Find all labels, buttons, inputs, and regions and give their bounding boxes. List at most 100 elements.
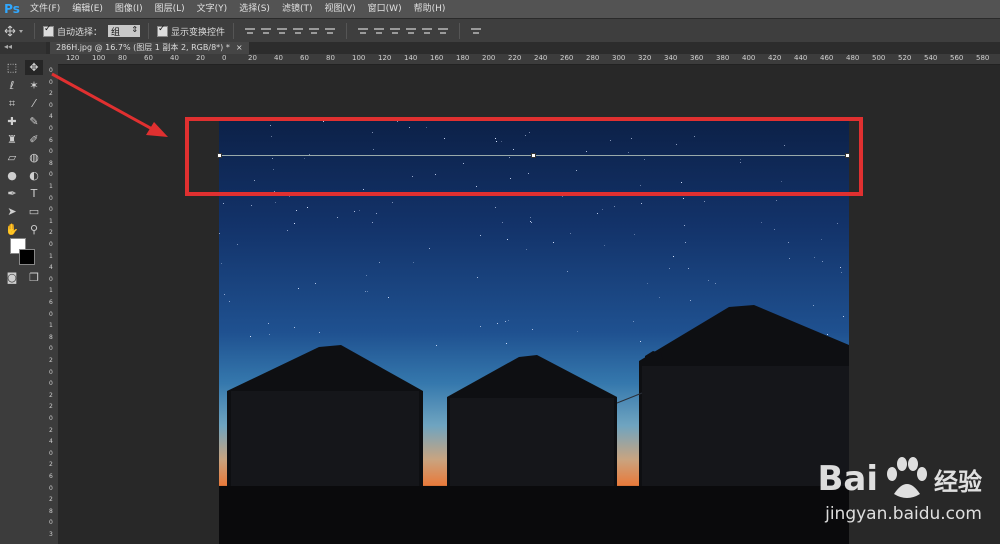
ruler-tick-label: 8 <box>49 159 53 167</box>
ruler-tick-label: 0 <box>49 484 53 492</box>
show-transform-label: 显示变换控件 <box>171 27 226 38</box>
ruler-tick-label: 0 <box>49 380 53 388</box>
type-tool-icon[interactable]: T <box>25 186 43 201</box>
ruler-tick-label: 80 <box>118 54 127 62</box>
blur-tool-icon[interactable]: ● <box>3 168 21 183</box>
align-left-icon[interactable] <box>291 25 305 37</box>
align-right-icon[interactable] <box>323 25 337 37</box>
ruler-tick-label: 420 <box>768 54 782 62</box>
eraser-tool-icon[interactable]: ▱ <box>3 150 21 165</box>
zoom-tool-icon[interactable]: ⚲ <box>25 222 43 237</box>
ruler-tick-label: 20 <box>248 54 257 62</box>
auto-select-dropdown[interactable]: 组 <box>108 25 141 38</box>
ruler-tick-label: 8 <box>49 507 53 515</box>
move-tool-icon[interactable]: ✥ <box>25 60 43 75</box>
quick-mask-icon[interactable]: ◙ <box>3 270 21 285</box>
ruler-tick-label: 1 <box>49 287 53 295</box>
ruler-tick-label: 2 <box>49 496 53 504</box>
brush-tool-icon[interactable]: ✎ <box>25 114 43 129</box>
align-bottom-icon[interactable] <box>275 25 289 37</box>
ruler-tick-label: 0 <box>49 345 53 353</box>
watermark-url: jingyan.baidu.com <box>825 504 982 524</box>
ruler-tick-label: 280 <box>586 54 600 62</box>
red-arrow-annotation <box>51 72 168 137</box>
ruler-tick-label: 400 <box>742 54 756 62</box>
ruler-tick-label: 480 <box>846 54 860 62</box>
crop-tool-icon[interactable]: ⌗ <box>3 96 21 111</box>
horizontal-ruler[interactable]: 120 100 80 60 40 20 0 20 40 60 80 100 120 140 160 180 20… <box>58 54 1000 65</box>
hand-tool-icon[interactable]: ✋ <box>3 222 21 237</box>
ruler-tick-label: 60 <box>144 54 153 62</box>
align-top-icon[interactable] <box>243 25 257 37</box>
paw-icon <box>887 457 927 498</box>
history-brush-tool-icon[interactable]: ✐ <box>25 132 43 147</box>
healing-brush-tool-icon[interactable]: ✚ <box>3 114 21 129</box>
ruler-tick-label: 2 <box>49 229 53 237</box>
ruler-tick-label: 1 <box>49 322 53 330</box>
pen-tool-icon[interactable]: ✒ <box>3 186 21 201</box>
menu-view[interactable]: 视图(V) <box>318 0 361 18</box>
ruler-tick-label: 100 <box>92 54 106 62</box>
ruler-tick-label: 0 <box>49 415 53 422</box>
ruler-tick-label: 140 <box>404 54 418 62</box>
path-selection-tool-icon[interactable]: ➤ <box>3 204 21 219</box>
distribute-right-icon[interactable] <box>436 25 450 37</box>
auto-align-layers-icon[interactable] <box>469 25 483 37</box>
ruler-tick-label: 160 <box>430 54 444 62</box>
distribute-top-icon[interactable] <box>356 25 370 37</box>
ruler-tick-label: 4 <box>49 264 53 272</box>
align-vertical-center-icon[interactable] <box>259 25 273 37</box>
menu-file[interactable]: 文件(F) <box>24 0 66 18</box>
eyedropper-tool-icon[interactable]: ⁄ <box>25 96 43 111</box>
ruler-tick-label: 0 <box>49 519 53 527</box>
screen-mode-icon[interactable]: ❐ <box>25 270 43 285</box>
auto-select-checkbox[interactable] <box>43 24 54 37</box>
ruler-tick-label: 40 <box>170 54 179 62</box>
ruler-tick-label: 6 <box>49 473 53 480</box>
distribute-left-icon[interactable] <box>404 25 418 37</box>
distribute-horizontal-center-icon[interactable] <box>420 25 434 37</box>
ruler-tick-label: 320 <box>638 54 652 62</box>
menu-image[interactable]: 图像(I) <box>109 0 149 18</box>
background-color-swatch[interactable] <box>19 249 35 265</box>
menu-layer[interactable]: 图层(L) <box>149 0 191 18</box>
menu-filter[interactable]: 滤镜(T) <box>276 0 319 18</box>
dodge-tool-icon[interactable]: ◐ <box>25 168 43 183</box>
ruler-tick-label: 2 <box>49 403 53 411</box>
watermark-brand-cn: 经验 <box>934 467 982 496</box>
canvas-area[interactable]: Bai 经验 jingyan.baidu.com <box>58 65 1000 544</box>
ruler-tick-label: 300 <box>612 54 626 62</box>
clone-stamp-tool-icon[interactable]: ♜ <box>3 132 21 147</box>
rectangle-tool-icon[interactable]: ▭ <box>25 204 43 219</box>
ruler-tick-label: 380 <box>716 54 730 62</box>
magic-wand-tool-icon[interactable]: ✶ <box>25 78 43 93</box>
ruler-tick-label: 20 <box>196 54 205 62</box>
paint-bucket-tool-icon[interactable]: ◍ <box>25 150 43 165</box>
watermark-brand: Bai <box>817 459 878 499</box>
distribute-bottom-icon[interactable] <box>388 25 402 37</box>
separator <box>459 23 461 39</box>
ruler-tick-label: 2 <box>49 426 53 434</box>
close-icon[interactable]: × <box>236 42 243 54</box>
menu-type[interactable]: 文字(Y) <box>191 0 234 18</box>
menu-help[interactable]: 帮助(H) <box>408 0 452 18</box>
ruler-tick-label: 220 <box>508 54 522 62</box>
menu-edit[interactable]: 编辑(E) <box>66 0 109 18</box>
move-tool-preset[interactable] <box>0 24 30 38</box>
menu-select[interactable]: 选择(S) <box>233 0 276 18</box>
ruler-tick-label: 200 <box>482 54 496 62</box>
ruler-tick-label: 4 <box>49 438 53 446</box>
document-tab[interactable]: 286H.jpg @ 16.7% (图层 1 副本 2, RGB/8*) * × <box>50 42 249 54</box>
distribute-vertical-center-icon[interactable] <box>372 25 386 37</box>
lasso-tool-icon[interactable]: ℓ <box>3 78 21 93</box>
show-transform-checkbox[interactable] <box>157 24 169 37</box>
marquee-tool-icon[interactable]: ⬚ <box>3 60 21 75</box>
ruler-origin[interactable] <box>46 54 58 64</box>
ruler-tick-label: 580 <box>976 54 990 62</box>
ruler-tick-label: 540 <box>924 54 938 62</box>
align-horizontal-center-icon[interactable] <box>307 25 321 37</box>
menu-window[interactable]: 窗口(W) <box>362 0 408 18</box>
tools-panel-collapse[interactable]: ◂◂ <box>0 42 46 54</box>
ruler-tick-label: 440 <box>794 54 808 62</box>
highlight-box <box>185 117 863 196</box>
